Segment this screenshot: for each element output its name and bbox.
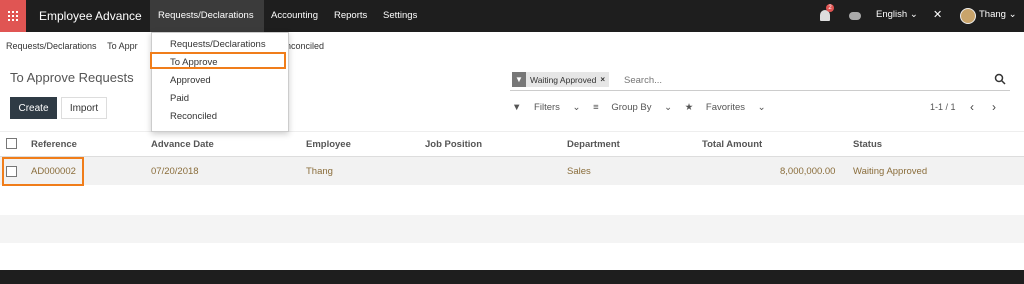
- close-icon[interactable]: ✕: [933, 8, 942, 21]
- breadcrumb-requests[interactable]: Requests/Declarations: [6, 41, 97, 51]
- language-label: English: [876, 9, 908, 20]
- column-employee[interactable]: Employee: [306, 139, 351, 150]
- cell-department: Sales: [567, 166, 591, 177]
- search-facet: ▼ Waiting Approved ×: [512, 72, 609, 87]
- user-menu[interactable]: Thang ⌄: [979, 9, 1017, 20]
- search-input[interactable]: [622, 71, 966, 89]
- footer-bar: [0, 270, 1024, 284]
- filter-icon: ▼: [512, 72, 526, 87]
- dropdown-item-reconciled[interactable]: Reconciled: [170, 111, 217, 122]
- app-brand[interactable]: Employee Advance: [39, 9, 142, 23]
- search-icon[interactable]: [994, 73, 1006, 85]
- import-button[interactable]: Import: [61, 97, 107, 119]
- column-job-position[interactable]: Job Position: [425, 139, 482, 150]
- filters-label: Filters: [534, 102, 560, 113]
- facet-label: Waiting Approved: [530, 74, 597, 85]
- menu-requests-declarations[interactable]: Requests/Declarations: [158, 10, 254, 21]
- dropdown-item-requests-declarations[interactable]: Requests/Declarations: [170, 39, 266, 50]
- column-status[interactable]: Status: [853, 139, 882, 150]
- cell-advance-date: 07/20/2018: [151, 166, 199, 177]
- user-name: Thang: [979, 9, 1006, 20]
- create-button[interactable]: Create: [10, 97, 57, 119]
- apps-menu-button[interactable]: [0, 0, 26, 32]
- table-row[interactable]: AD000002 07/20/2018 Thang Sales 8,000,00…: [0, 157, 1024, 185]
- filter-icon: ▼: [512, 102, 522, 113]
- chevron-right-icon[interactable]: ›: [992, 100, 996, 114]
- highlight-reference: [2, 157, 84, 186]
- language-caret-icon: ⌄: [909, 9, 918, 20]
- facet-remove-icon[interactable]: ×: [600, 75, 605, 84]
- search-options: ▼ Filters ⌄ ≡ Group By ⌄ ★ Favorites ⌄: [512, 102, 776, 113]
- groupby-label: Group By: [611, 102, 652, 113]
- pager-value[interactable]: 1-1 / 1: [930, 102, 956, 112]
- search-bar: ▼ Waiting Approved ×: [510, 70, 1010, 91]
- requests-dropdown-menu: Requests/Declarations To Approve Approve…: [151, 32, 289, 132]
- page-title: To Approve Requests: [10, 70, 134, 85]
- notification-badge: 2: [826, 4, 834, 12]
- language-selector[interactable]: English ⌄: [876, 9, 918, 20]
- menu-settings[interactable]: Settings: [383, 10, 417, 21]
- chat-icon[interactable]: [849, 12, 861, 20]
- column-total-amount[interactable]: Total Amount: [702, 139, 762, 150]
- dropdown-item-paid[interactable]: Paid: [170, 93, 189, 104]
- empty-row: [0, 215, 1024, 243]
- menu-reports[interactable]: Reports: [334, 10, 367, 21]
- apps-grid-icon: [8, 11, 18, 21]
- favorites-dropdown[interactable]: ★ Favorites ⌄: [685, 102, 766, 113]
- user-caret-icon: ⌄: [1008, 9, 1017, 20]
- favorites-label: Favorites: [705, 102, 745, 113]
- column-reference[interactable]: Reference: [31, 139, 77, 150]
- column-department[interactable]: Department: [567, 139, 620, 150]
- breadcrumb: Requests/Declarations To Appr nconciled: [6, 41, 324, 51]
- list-icon: ≡: [593, 102, 599, 113]
- cell-employee: Thang: [306, 166, 333, 177]
- filters-dropdown[interactable]: ▼ Filters ⌄: [512, 102, 581, 113]
- highlight-to-approve: [150, 52, 286, 69]
- table-header: Reference Advance Date Employee Job Posi…: [0, 131, 1024, 157]
- cell-total-amount: 8,000,000.00: [780, 166, 836, 177]
- select-all-checkbox[interactable]: [6, 138, 17, 149]
- cell-status: Waiting Approved: [853, 166, 928, 177]
- groupby-dropdown[interactable]: ≡ Group By ⌄: [593, 102, 672, 113]
- star-icon: ★: [684, 102, 694, 113]
- breadcrumb-to-approve[interactable]: To Appr: [107, 41, 138, 51]
- menu-accounting[interactable]: Accounting: [271, 10, 318, 21]
- avatar[interactable]: [960, 8, 976, 24]
- dropdown-item-approved[interactable]: Approved: [170, 75, 211, 86]
- chevron-left-icon[interactable]: ‹: [970, 100, 974, 114]
- column-advance-date[interactable]: Advance Date: [151, 139, 214, 150]
- breadcrumb-reconciled[interactable]: nconciled: [286, 41, 324, 51]
- top-navbar: Employee Advance Requests/Declarations A…: [0, 0, 1024, 32]
